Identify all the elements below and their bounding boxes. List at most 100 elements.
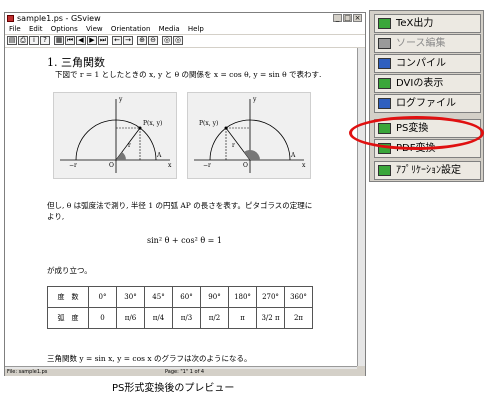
prev-page-icon[interactable]: ◀ xyxy=(76,36,86,45)
last-page-icon[interactable]: ⏭ xyxy=(98,36,108,45)
intro-text: 下図で r = 1 としたときの x, y と θ の関係を x = cos θ… xyxy=(55,70,322,79)
table-cell: π xyxy=(228,307,257,329)
menu-item-app-settings[interactable]: ｱﾌﾟﾘｹｰｼｮﾝ設定 xyxy=(374,161,481,180)
y-axis-label: y xyxy=(253,96,257,103)
figure-right: P(x, y) r O A −r x y xyxy=(187,92,311,179)
menu-file[interactable]: File xyxy=(9,25,21,33)
radius-label: r xyxy=(232,142,235,149)
menu-bar: File Edit Options View Orientation Media… xyxy=(5,24,365,34)
maximize-button[interactable]: □ xyxy=(343,14,352,22)
menu-media[interactable]: Media xyxy=(159,25,180,33)
table-cell: 0° xyxy=(88,286,117,308)
figure-caption: PS形式変換後のプレビュー xyxy=(112,383,235,394)
table-header-degrees: 度 数 xyxy=(47,286,89,308)
zoom-in-icon[interactable]: ⊕ xyxy=(137,36,147,45)
x-axis-label: x xyxy=(168,162,172,169)
menu-item-compile[interactable]: コンパイル xyxy=(374,54,481,73)
table-cell: π/3 xyxy=(172,307,201,329)
table-cell: 60° xyxy=(172,286,201,308)
point-p-label: P(x, y) xyxy=(143,120,163,127)
table-cell: π/4 xyxy=(144,307,173,329)
vertical-scrollbar[interactable] xyxy=(357,48,365,366)
status-page: Page: "1" 1 of 4 xyxy=(165,369,205,375)
table-cell: 270° xyxy=(256,286,285,308)
print-icon[interactable]: ⎙ xyxy=(18,36,28,45)
table-cell: 90° xyxy=(200,286,229,308)
table-row: 弧 度 0 π/6 π/4 π/3 π/2 π 3/2 π 2π xyxy=(47,307,313,329)
menu-view[interactable]: View xyxy=(86,25,103,33)
log-file-icon xyxy=(378,98,391,109)
menu-help[interactable]: Help xyxy=(188,25,204,33)
next-page-icon[interactable]: ▶ xyxy=(87,36,97,45)
dvi-view-icon xyxy=(378,78,391,89)
app-settings-icon xyxy=(378,165,391,176)
goto-page-icon[interactable]: ▦ xyxy=(54,36,64,45)
table-cell: 360° xyxy=(284,286,313,308)
menu-item-label: ソース編集 xyxy=(396,38,446,49)
paragraph-definition-cont: より, xyxy=(47,212,65,221)
tex-output-icon xyxy=(378,18,391,29)
title-bar: sample1.ps - GSview _ □ × xyxy=(5,13,365,24)
help-icon[interactable]: ? xyxy=(40,36,50,45)
info-icon[interactable]: i xyxy=(29,36,39,45)
magnify-icon[interactable]: ◎ xyxy=(173,36,183,45)
point-a-label: A xyxy=(291,152,296,159)
minus-r-label: −r xyxy=(203,162,211,169)
minus-r-label: −r xyxy=(69,162,77,169)
magnify-icon[interactable]: ◎ xyxy=(162,36,172,45)
table-cell: 2π xyxy=(284,307,313,329)
table-cell: 0 xyxy=(88,307,117,329)
origin-label: O xyxy=(109,162,114,169)
point-a-label: A xyxy=(157,152,162,159)
gsview-app-icon xyxy=(7,15,14,22)
back-icon[interactable]: ← xyxy=(112,36,122,45)
menu-options[interactable]: Options xyxy=(51,25,78,33)
table-cell: π/6 xyxy=(116,307,145,329)
x-axis-label: x xyxy=(302,162,306,169)
menu-item-tex-output[interactable]: TeX出力 xyxy=(374,14,481,33)
status-bar: File: sample1.ps Page: "1" 1 of 4 xyxy=(5,369,365,376)
y-axis-label: y xyxy=(119,96,123,103)
compile-icon xyxy=(378,58,391,69)
gsview-window: sample1.ps - GSview _ □ × File Edit Opti… xyxy=(4,12,366,376)
menu-item-label: ｱﾌﾟﾘｹｰｼｮﾝ設定 xyxy=(396,165,461,176)
window-title: sample1.ps - GSview xyxy=(17,14,101,23)
point-p-label: P(x, y) xyxy=(199,120,219,127)
first-page-icon[interactable]: ⏮ xyxy=(65,36,75,45)
paragraph-graphs: 三角関数 y = sin x, y = cos x のグラフは次のようになる。 xyxy=(47,354,252,363)
menu-edit[interactable]: Edit xyxy=(29,25,43,33)
menu-orientation[interactable]: Orientation xyxy=(111,25,151,33)
menu-item-label: DVIの表示 xyxy=(396,78,444,89)
menu-item-log-file[interactable]: ログファイル xyxy=(374,94,481,113)
zoom-out-icon[interactable]: ⊖ xyxy=(148,36,158,45)
menu-item-label: コンパイル xyxy=(396,58,446,69)
forward-icon[interactable]: → xyxy=(123,36,133,45)
menu-item-edit-source[interactable]: ソース編集 xyxy=(374,34,481,53)
paragraph-definition: 但し, θ は弧度法で測り, 半径 1 の円弧 AP の長さを表す。ピタゴラスの… xyxy=(47,201,313,210)
angle-conversion-table: 度 数 0° 30° 45° 60° 90° 180° 270° 360° 弧 … xyxy=(47,286,313,329)
minimize-button[interactable]: _ xyxy=(333,14,342,22)
menu-item-label: ログファイル xyxy=(396,98,456,109)
origin-label: O xyxy=(243,162,248,169)
table-cell: 3/2 π xyxy=(256,307,285,329)
menu-item-label: TeX出力 xyxy=(396,18,434,29)
toolbar: ▤ ⎙ i ? ▦ ⏮ ◀ ▶ ⏭ ← → ⊕ ⊖ ◎ ◎ xyxy=(5,35,365,47)
close-button[interactable]: × xyxy=(353,14,362,22)
status-file: File: sample1.ps xyxy=(7,369,48,375)
open-icon[interactable]: ▤ xyxy=(7,36,17,45)
table-cell: 30° xyxy=(116,286,145,308)
table-header-radians: 弧 度 xyxy=(47,307,89,329)
figure-left: P(x, y) r O A −r x y xyxy=(53,92,177,179)
highlight-ellipse xyxy=(349,116,484,150)
menu-item-dvi-view[interactable]: DVIの表示 xyxy=(374,74,481,93)
table-cell: 45° xyxy=(144,286,173,308)
document-view[interactable]: 1. 三角関数 下図で r = 1 としたときの x, y と θ の関係を x… xyxy=(5,48,357,366)
edit-source-icon xyxy=(378,38,391,49)
pythagorean-equation: sin² θ + cos² θ = 1 xyxy=(147,236,223,245)
tex-menu-panel: TeX出力 ソース編集 コンパイル DVIの表示 ログファイル PS変換 PDF… xyxy=(369,10,484,182)
table-cell: 180° xyxy=(228,286,257,308)
section-heading: 1. 三角関数 xyxy=(47,56,105,69)
radius-label: r xyxy=(128,142,131,149)
table-cell: π/2 xyxy=(200,307,229,329)
paragraph-holds: が成り立つ。 xyxy=(47,266,92,275)
